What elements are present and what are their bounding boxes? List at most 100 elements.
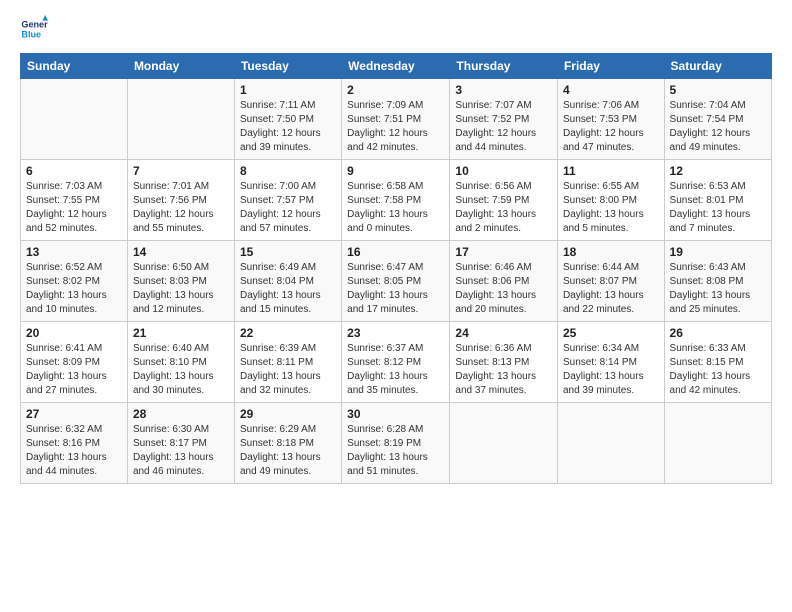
calendar-cell: 19Sunrise: 6:43 AM Sunset: 8:08 PM Dayli… [664, 241, 771, 322]
calendar-cell: 17 Sunrise: 6:46 AM Sunset: 8:06 PM Dayli… [450, 241, 558, 322]
day-number: 22 [240, 326, 336, 340]
day-number: 18 [563, 245, 659, 259]
calendar-cell: 20 Sunrise: 6:41 AM Sunset: 8:09 PM Dayli… [21, 322, 128, 403]
weekday-header: Tuesday [234, 54, 341, 79]
calendar-table: SundayMondayTuesdayWednesdayThursdayFrid… [20, 53, 772, 484]
calendar-cell: 3 Sunrise: 7:07 AM Sunset: 7:52 PM Daylig… [450, 79, 558, 160]
weekday-header: Wednesday [342, 54, 450, 79]
day-info: Sunrise: 7:01 AM Sunset: 7:56 PM Dayligh… [133, 180, 229, 236]
day-number: 10 [455, 164, 552, 178]
day-info: Sunrise: 7:04 AM Sunset: 7:54 PM Dayligh… [670, 99, 766, 155]
day-number: 29 [240, 407, 336, 421]
svg-text:General: General [21, 20, 48, 30]
day-info: Sunrise: 6:34 AM Sunset: 8:14 PM Dayligh… [563, 342, 659, 398]
weekday-header: Thursday [450, 54, 558, 79]
calendar-cell: 5 Sunrise: 7:04 AM Sunset: 7:54 PM Daylig… [664, 79, 771, 160]
day-info: Sunrise: 6:28 AM Sunset: 8:19 PM Dayligh… [347, 423, 444, 479]
logo: General Blue [20, 15, 50, 43]
calendar-week-row: 20 Sunrise: 6:41 AM Sunset: 8:09 PM Dayli… [21, 322, 772, 403]
day-number: 13 [26, 245, 122, 259]
day-info: Sunrise: 7:00 AM Sunset: 7:57 PM Dayligh… [240, 180, 336, 236]
day-info: Sunrise: 6:58 AM Sunset: 7:58 PM Dayligh… [347, 180, 444, 236]
day-number: 23 [347, 326, 444, 340]
calendar-week-row: 1 Sunrise: 7:11 AM Sunset: 7:50 PM Daylig… [21, 79, 772, 160]
day-number: 2 [347, 83, 444, 97]
calendar-cell: 8 Sunrise: 7:00 AM Sunset: 7:57 PM Daylig… [234, 160, 341, 241]
calendar-cell [21, 79, 128, 160]
day-number: 1 [240, 83, 336, 97]
day-number: 6 [26, 164, 122, 178]
day-number: 3 [455, 83, 552, 97]
day-info: Sunrise: 6:40 AM Sunset: 8:10 PM Dayligh… [133, 342, 229, 398]
calendar-cell: 7 Sunrise: 7:01 AM Sunset: 7:56 PM Daylig… [127, 160, 234, 241]
day-number: 20 [26, 326, 122, 340]
calendar-cell: 29 Sunrise: 6:29 AM Sunset: 8:18 PM Dayli… [234, 403, 341, 484]
calendar-cell: 22 Sunrise: 6:39 AM Sunset: 8:11 PM Dayli… [234, 322, 341, 403]
day-number: 27 [26, 407, 122, 421]
day-info: Sunrise: 6:44 AM Sunset: 8:07 PM Dayligh… [563, 261, 659, 317]
day-info: Sunrise: 6:37 AM Sunset: 8:12 PM Dayligh… [347, 342, 444, 398]
calendar-cell: 1 Sunrise: 7:11 AM Sunset: 7:50 PM Daylig… [234, 79, 341, 160]
page-header: General Blue [20, 15, 772, 43]
calendar-cell [664, 403, 771, 484]
calendar-cell: 16Sunrise: 6:47 AM Sunset: 8:05 PM Dayli… [342, 241, 450, 322]
weekday-header: Friday [557, 54, 664, 79]
day-info: Sunrise: 6:52 AM Sunset: 8:02 PM Dayligh… [26, 261, 122, 317]
weekday-header: Sunday [21, 54, 128, 79]
day-number: 12 [670, 164, 766, 178]
calendar-week-row: 27 Sunrise: 6:32 AM Sunset: 8:16 PM Dayli… [21, 403, 772, 484]
day-info: Sunrise: 7:06 AM Sunset: 7:53 PM Dayligh… [563, 99, 659, 155]
day-number: 5 [670, 83, 766, 97]
calendar-cell: 13 Sunrise: 6:52 AM Sunset: 8:02 PM Dayli… [21, 241, 128, 322]
day-number: 8 [240, 164, 336, 178]
calendar-cell [557, 403, 664, 484]
calendar-cell: 2Sunrise: 7:09 AM Sunset: 7:51 PM Daylig… [342, 79, 450, 160]
day-info: Sunrise: 7:07 AM Sunset: 7:52 PM Dayligh… [455, 99, 552, 155]
day-number: 26 [670, 326, 766, 340]
day-info: Sunrise: 6:33 AM Sunset: 8:15 PM Dayligh… [670, 342, 766, 398]
weekday-header: Saturday [664, 54, 771, 79]
calendar-cell: 25 Sunrise: 6:34 AM Sunset: 8:14 PM Dayli… [557, 322, 664, 403]
calendar-week-row: 6 Sunrise: 7:03 AM Sunset: 7:55 PM Daylig… [21, 160, 772, 241]
day-number: 24 [455, 326, 552, 340]
calendar-cell: 10Sunrise: 6:56 AM Sunset: 7:59 PM Dayli… [450, 160, 558, 241]
day-info: Sunrise: 6:32 AM Sunset: 8:16 PM Dayligh… [26, 423, 122, 479]
calendar-cell: 23 Sunrise: 6:37 AM Sunset: 8:12 PM Dayli… [342, 322, 450, 403]
day-number: 14 [133, 245, 229, 259]
day-number: 17 [455, 245, 552, 259]
calendar-cell: 4 Sunrise: 7:06 AM Sunset: 7:53 PM Daylig… [557, 79, 664, 160]
logo-icon: General Blue [20, 15, 48, 43]
calendar-cell: 6 Sunrise: 7:03 AM Sunset: 7:55 PM Daylig… [21, 160, 128, 241]
day-number: 28 [133, 407, 229, 421]
calendar-week-row: 13 Sunrise: 6:52 AM Sunset: 8:02 PM Dayli… [21, 241, 772, 322]
calendar-cell: 26 Sunrise: 6:33 AM Sunset: 8:15 PM Dayli… [664, 322, 771, 403]
calendar-cell: 9Sunrise: 6:58 AM Sunset: 7:58 PM Daylig… [342, 160, 450, 241]
calendar-cell: 27 Sunrise: 6:32 AM Sunset: 8:16 PM Dayli… [21, 403, 128, 484]
day-number: 15 [240, 245, 336, 259]
day-info: Sunrise: 7:03 AM Sunset: 7:55 PM Dayligh… [26, 180, 122, 236]
calendar-cell [450, 403, 558, 484]
day-info: Sunrise: 6:46 AM Sunset: 8:06 PM Dayligh… [455, 261, 552, 317]
day-info: Sunrise: 6:30 AM Sunset: 8:17 PM Dayligh… [133, 423, 229, 479]
day-info: Sunrise: 6:36 AM Sunset: 8:13 PM Dayligh… [455, 342, 552, 398]
calendar-cell [127, 79, 234, 160]
day-info: Sunrise: 6:49 AM Sunset: 8:04 PM Dayligh… [240, 261, 336, 317]
day-number: 7 [133, 164, 229, 178]
weekday-header: Monday [127, 54, 234, 79]
day-info: Sunrise: 6:39 AM Sunset: 8:11 PM Dayligh… [240, 342, 336, 398]
day-number: 25 [563, 326, 659, 340]
calendar-cell: 12Sunrise: 6:53 AM Sunset: 8:01 PM Dayli… [664, 160, 771, 241]
calendar-cell: 11Sunrise: 6:55 AM Sunset: 8:00 PM Dayli… [557, 160, 664, 241]
day-number: 4 [563, 83, 659, 97]
calendar-cell: 28 Sunrise: 6:30 AM Sunset: 8:17 PM Dayli… [127, 403, 234, 484]
day-number: 16 [347, 245, 444, 259]
day-info: Sunrise: 6:55 AM Sunset: 8:00 PM Dayligh… [563, 180, 659, 236]
day-number: 21 [133, 326, 229, 340]
day-info: Sunrise: 6:29 AM Sunset: 8:18 PM Dayligh… [240, 423, 336, 479]
calendar-cell: 18 Sunrise: 6:44 AM Sunset: 8:07 PM Dayli… [557, 241, 664, 322]
calendar-cell: 24 Sunrise: 6:36 AM Sunset: 8:13 PM Dayli… [450, 322, 558, 403]
calendar-cell: 21 Sunrise: 6:40 AM Sunset: 8:10 PM Dayli… [127, 322, 234, 403]
day-info: Sunrise: 7:11 AM Sunset: 7:50 PM Dayligh… [240, 99, 336, 155]
day-info: Sunrise: 6:41 AM Sunset: 8:09 PM Dayligh… [26, 342, 122, 398]
calendar-cell: 15 Sunrise: 6:49 AM Sunset: 8:04 PM Dayli… [234, 241, 341, 322]
